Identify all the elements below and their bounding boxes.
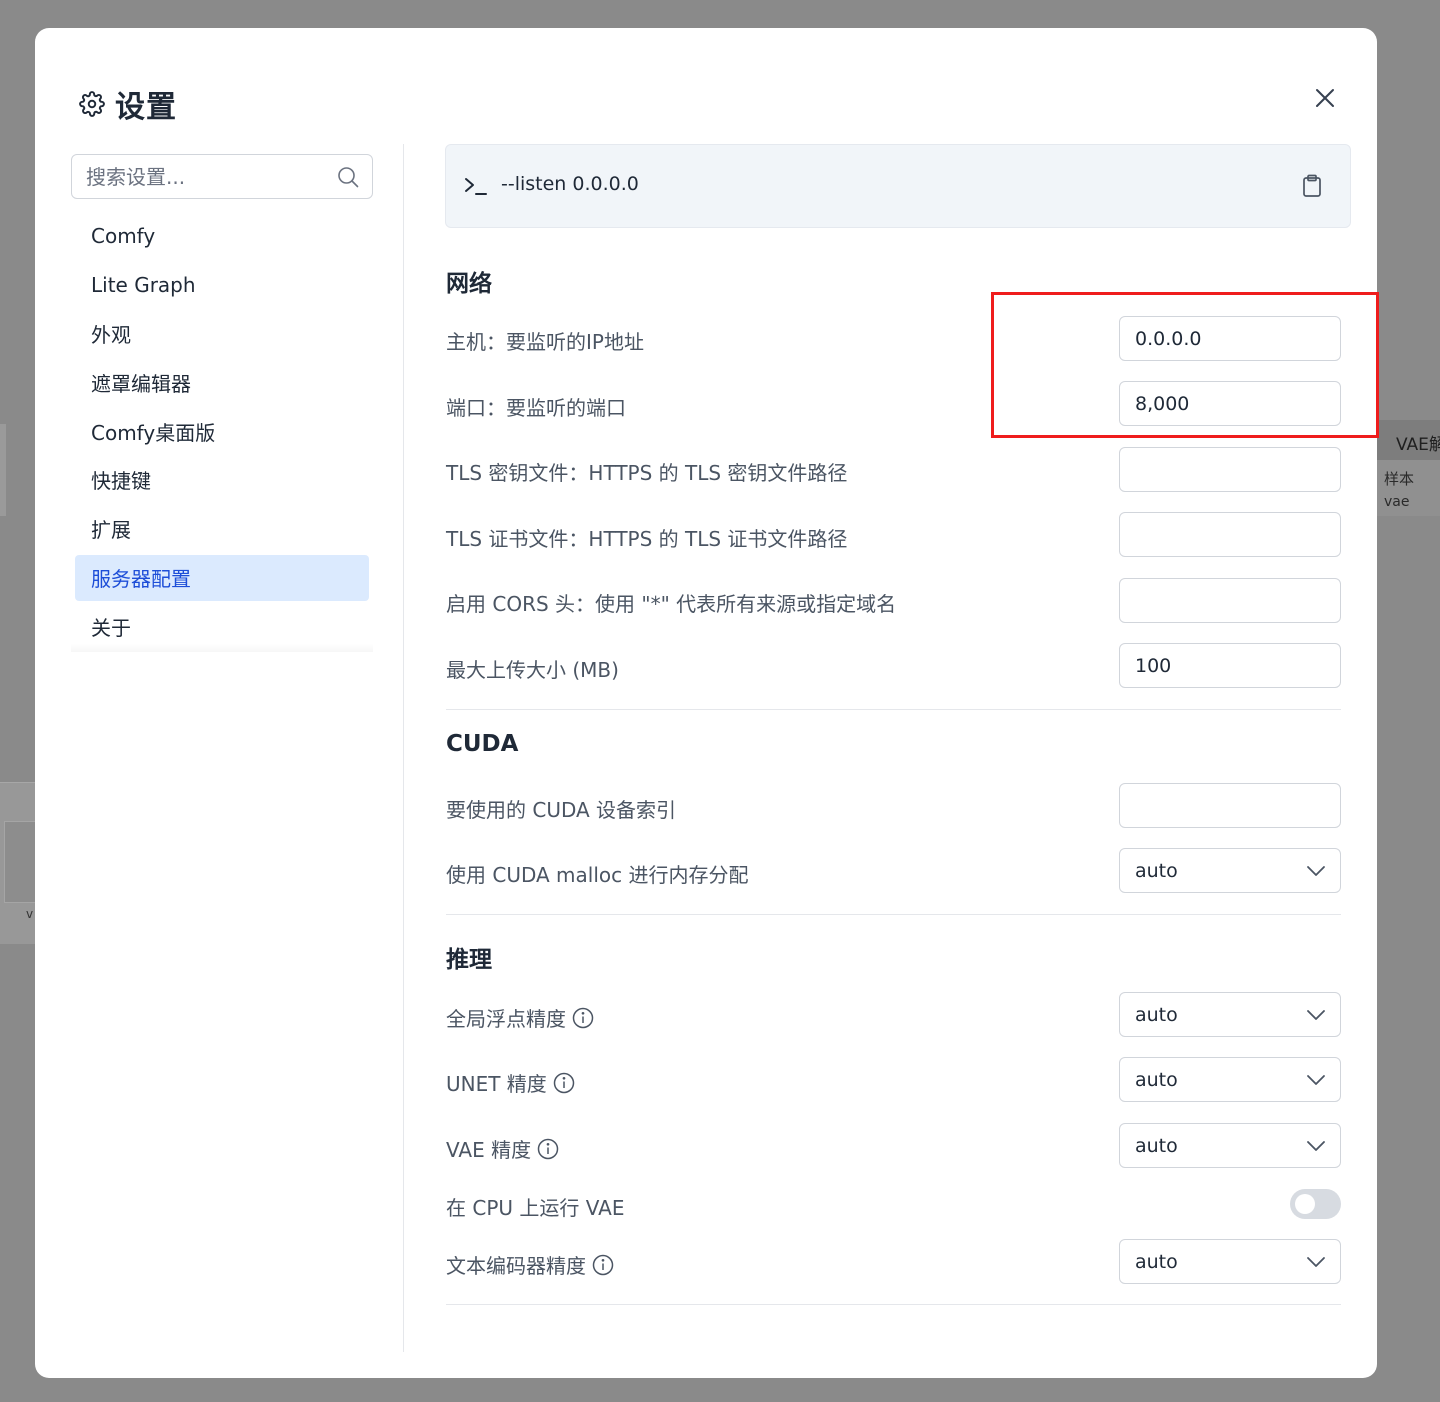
max-upload-input[interactable] <box>1119 643 1341 688</box>
chevron-down-icon <box>1307 1075 1325 1085</box>
canvas-node-vae-decode: VAE解码 样本 vae <box>1376 420 1440 516</box>
canvas-node-text: v <box>26 907 34 921</box>
nav-item-keybindings[interactable]: 快捷键 <box>75 457 369 503</box>
select-value: auto <box>1135 859 1178 882</box>
text-encoder-precision-select[interactable]: auto <box>1119 1239 1341 1284</box>
settings-search[interactable] <box>71 154 373 199</box>
canvas-node-fragment <box>0 424 6 516</box>
section-title-inference: 推理 <box>446 947 492 973</box>
info-icon[interactable] <box>572 1007 594 1029</box>
global-precision-select[interactable]: auto <box>1119 992 1341 1037</box>
search-icon[interactable] <box>336 165 360 189</box>
nav-item-mask-editor[interactable]: 遮罩编辑器 <box>75 359 369 405</box>
text-encoder-precision-label: 文本编码器精度 <box>446 1250 614 1279</box>
toggle-knob <box>1295 1194 1315 1214</box>
cors-input[interactable] <box>1119 578 1341 623</box>
tls-key-label: TLS 密钥文件：HTTPS 的 TLS 密钥文件路径 <box>446 461 848 485</box>
search-input[interactable] <box>86 155 326 198</box>
section-divider <box>446 914 1341 915</box>
unet-precision-select[interactable]: auto <box>1119 1057 1341 1102</box>
select-value: auto <box>1135 1134 1178 1157</box>
clipboard-icon[interactable] <box>1302 174 1322 198</box>
settings-dialog: 设置 Comfy Lite Graph 外观 遮罩编辑器 Comfy桌面版 快捷… <box>35 28 1377 1378</box>
nav-bottom-edge <box>71 644 373 652</box>
select-value: auto <box>1135 1068 1178 1091</box>
vae-cpu-toggle[interactable] <box>1290 1189 1341 1219</box>
chevron-down-icon <box>1307 1257 1325 1267</box>
vae-cpu-label: 在 CPU 上运行 VAE <box>446 1196 625 1220</box>
canvas-node-input-value: vae <box>1384 494 1410 510</box>
cuda-device-label: 要使用的 CUDA 设备索引 <box>446 798 677 822</box>
vae-precision-label: VAE 精度 <box>446 1134 559 1163</box>
section-divider <box>446 1304 1341 1305</box>
tls-key-input[interactable] <box>1119 447 1341 492</box>
nav-item-about[interactable]: 关于 <box>75 603 369 649</box>
unet-precision-text: UNET 精度 <box>446 1072 547 1096</box>
host-input[interactable] <box>1119 316 1341 361</box>
select-value: auto <box>1135 1003 1178 1026</box>
unet-precision-label: UNET 精度 <box>446 1068 575 1097</box>
dialog-header: 设置 <box>79 82 177 126</box>
info-icon[interactable] <box>592 1254 614 1276</box>
section-title-network: 网络 <box>446 271 492 297</box>
command-text: --listen 0.0.0.0 <box>501 173 639 195</box>
terminal-prompt-icon <box>465 178 487 195</box>
nav-item-comfy-desktop[interactable]: Comfy桌面版 <box>75 408 369 454</box>
nav-item-server-config[interactable]: 服务器配置 <box>75 554 369 601</box>
cors-label: 启用 CORS 头：使用 "*" 代表所有来源或指定域名 <box>446 592 897 616</box>
canvas-node-input-label: 样本 <box>1384 470 1415 488</box>
tls-cert-label: TLS 证书文件：HTTPS 的 TLS 证书文件路径 <box>446 527 848 551</box>
settings-nav: Comfy Lite Graph 外观 遮罩编辑器 Comfy桌面版 快捷键 扩… <box>75 213 369 652</box>
canvas-node-title: VAE解码 <box>1396 435 1440 455</box>
nav-item-comfy[interactable]: Comfy <box>75 213 369 259</box>
chevron-down-icon <box>1307 1010 1325 1020</box>
canvas-node-body <box>4 821 36 903</box>
host-label: 主机：要监听的IP地址 <box>446 330 644 354</box>
sidebar-divider <box>403 144 404 1352</box>
command-line-preview: --listen 0.0.0.0 <box>445 144 1351 228</box>
section-divider <box>446 709 1341 710</box>
chevron-down-icon <box>1307 866 1325 876</box>
canvas-node-fragment-left: v <box>0 782 36 944</box>
info-icon[interactable] <box>553 1072 575 1094</box>
nav-item-lite-graph[interactable]: Lite Graph <box>75 262 369 308</box>
max-upload-label: 最大上传大小 (MB) <box>446 658 619 682</box>
cuda-malloc-label: 使用 CUDA malloc 进行内存分配 <box>446 863 749 887</box>
cuda-device-input[interactable] <box>1119 783 1341 828</box>
nav-item-appearance[interactable]: 外观 <box>75 311 369 357</box>
global-precision-label: 全局浮点精度 <box>446 1003 594 1032</box>
close-button[interactable] <box>1311 84 1339 112</box>
close-icon <box>1316 89 1334 107</box>
info-icon[interactable] <box>537 1138 559 1160</box>
section-title-cuda: CUDA <box>446 731 519 757</box>
port-input[interactable] <box>1119 381 1341 426</box>
chevron-down-icon <box>1307 1141 1325 1151</box>
gear-icon <box>79 91 105 117</box>
port-label: 端口：要监听的端口 <box>446 396 626 420</box>
cuda-malloc-select[interactable]: auto <box>1119 848 1341 893</box>
dialog-title: 设置 <box>115 90 177 125</box>
text-encoder-precision-text: 文本编码器精度 <box>446 1254 586 1278</box>
nav-item-extensions[interactable]: 扩展 <box>75 506 369 552</box>
vae-precision-select[interactable]: auto <box>1119 1123 1341 1168</box>
vae-precision-text: VAE 精度 <box>446 1138 532 1162</box>
global-precision-text: 全局浮点精度 <box>446 1007 566 1031</box>
tls-cert-input[interactable] <box>1119 512 1341 557</box>
select-value: auto <box>1135 1250 1178 1273</box>
